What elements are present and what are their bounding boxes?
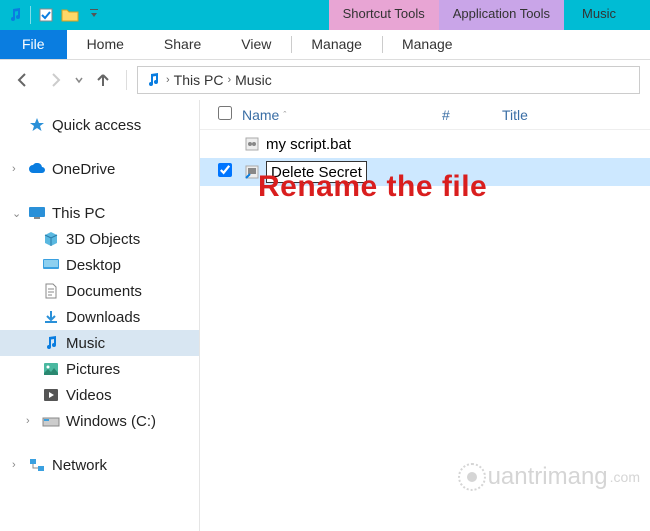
chevron-right-icon: › [12, 459, 26, 471]
view-tab[interactable]: View [221, 30, 291, 59]
sort-caret-icon: ˆ [283, 110, 286, 120]
row-checkbox[interactable] [218, 163, 242, 181]
nav-label: Videos [66, 387, 112, 404]
chevron-down-icon: ⌄ [12, 207, 26, 220]
column-number-header[interactable]: # [442, 107, 502, 123]
column-title-header[interactable]: Title [502, 107, 650, 123]
nav-label: Documents [66, 283, 142, 300]
file-tab[interactable]: File [0, 30, 67, 59]
select-all-checkbox[interactable] [218, 106, 242, 123]
manage-shortcut-tab[interactable]: Manage [291, 30, 382, 59]
video-icon [40, 386, 62, 404]
shortcut-tools-tab[interactable]: Shortcut Tools [329, 0, 439, 30]
contextual-tabs: Shortcut Tools Application Tools Music [329, 0, 630, 30]
nav-network[interactable]: › Network [0, 452, 199, 478]
nav-3d-objects[interactable]: 3D Objects [0, 226, 199, 252]
nav-downloads[interactable]: Downloads [0, 304, 199, 330]
column-name-header[interactable]: Name ˆ [242, 107, 442, 123]
address-bar-row: › This PC › Music [0, 60, 650, 100]
watermark: uantrimang.com [458, 463, 640, 491]
share-tab[interactable]: Share [144, 30, 221, 59]
addr-separator [126, 70, 127, 90]
recent-locations-dropdown[interactable] [74, 75, 84, 85]
checkbox-icon[interactable] [35, 4, 57, 26]
nav-pictures[interactable]: Pictures [0, 356, 199, 382]
batch-file-icon [242, 135, 262, 153]
nav-label: Quick access [52, 117, 141, 134]
download-icon [40, 308, 62, 326]
monitor-icon [26, 204, 48, 222]
folder-icon[interactable] [59, 4, 81, 26]
qat-dropdown-icon[interactable] [83, 4, 105, 26]
forward-button[interactable] [42, 67, 68, 93]
nav-music[interactable]: Music [0, 330, 199, 356]
annotation-text: Rename the file [258, 170, 487, 204]
file-list-area: Name ˆ # Title my script.bat Delete Secr… [200, 100, 650, 531]
file-name: my script.bat [266, 136, 351, 153]
nav-label: OneDrive [52, 161, 115, 178]
cube-icon [40, 230, 62, 248]
nav-label: Network [52, 457, 107, 474]
application-tools-tab[interactable]: Application Tools [439, 0, 564, 30]
breadcrumb-chevron-icon[interactable]: › [166, 74, 170, 86]
nav-quick-access[interactable]: Quick access [0, 112, 199, 138]
network-icon [26, 456, 48, 474]
chevron-right-icon: › [26, 415, 40, 427]
explorer-body: Quick access › OneDrive ⌄ This PC [0, 100, 650, 531]
nav-videos[interactable]: Videos [0, 382, 199, 408]
star-icon [26, 116, 48, 134]
document-icon [40, 282, 62, 300]
nav-label: Music [66, 335, 105, 352]
breadcrumb-bar[interactable]: › This PC › Music [137, 66, 640, 94]
back-button[interactable] [10, 67, 36, 93]
watermark-logo-icon [458, 463, 486, 491]
home-tab[interactable]: Home [67, 30, 144, 59]
cloud-icon [26, 160, 48, 178]
file-row[interactable]: my script.bat [200, 130, 650, 158]
breadcrumb-this-pc[interactable]: This PC [174, 72, 224, 88]
breadcrumb-music[interactable]: Music [235, 72, 272, 88]
up-button[interactable] [90, 67, 116, 93]
window-titlebar: Shortcut Tools Application Tools Music [0, 0, 650, 30]
breadcrumb-chevron-icon[interactable]: › [227, 74, 231, 86]
navigation-pane: Quick access › OneDrive ⌄ This PC [0, 100, 200, 531]
nav-label: Windows (C:) [66, 413, 156, 430]
nav-label: 3D Objects [66, 231, 140, 248]
nav-label: Downloads [66, 309, 140, 326]
chevron-right-icon: › [12, 163, 26, 175]
nav-this-pc[interactable]: ⌄ This PC [0, 200, 199, 226]
nav-onedrive[interactable]: › OneDrive [0, 156, 199, 182]
window-title: Music [564, 0, 630, 30]
nav-drive-c[interactable]: › Windows (C:) [0, 408, 199, 434]
nav-label: This PC [52, 205, 105, 222]
manage-application-tab[interactable]: Manage [382, 30, 473, 59]
drive-icon [40, 412, 62, 430]
picture-icon [40, 360, 62, 378]
music-app-icon [4, 4, 26, 26]
qat-separator [30, 6, 31, 24]
nav-documents[interactable]: Documents [0, 278, 199, 304]
desktop-icon [40, 256, 62, 274]
nav-label: Pictures [66, 361, 120, 378]
nav-desktop[interactable]: Desktop [0, 252, 199, 278]
music-folder-icon [144, 71, 162, 89]
music-note-icon [40, 334, 62, 352]
column-headers: Name ˆ # Title [200, 100, 650, 130]
quick-access-toolbar [0, 0, 109, 30]
nav-label: Desktop [66, 257, 121, 274]
ribbon-tabs: File Home Share View Manage Manage [0, 30, 650, 60]
